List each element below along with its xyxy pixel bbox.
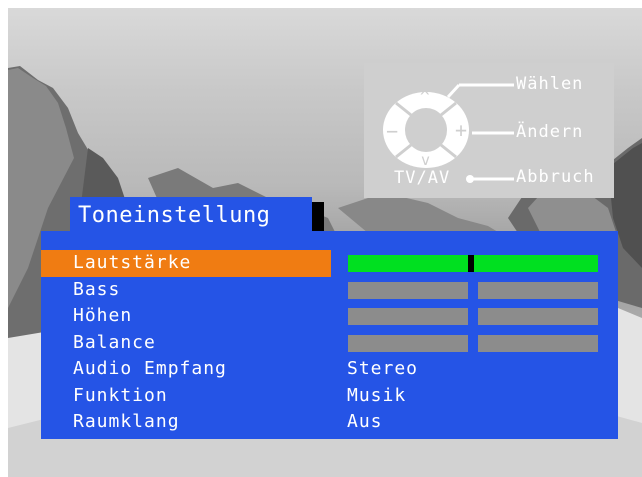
level-bar-left-segment — [348, 308, 468, 325]
level-bar[interactable] — [348, 335, 598, 352]
up-arrow-icon: ^ — [420, 87, 431, 106]
cancel-hint-label: Abbruch — [516, 167, 595, 187]
menu-item-2[interactable]: Höhen — [41, 303, 331, 330]
menu-item-3[interactable]: Balance — [41, 330, 331, 357]
tvav-button-icon — [466, 175, 474, 183]
menu-item-label: Raumklang — [73, 411, 180, 432]
tv-screen: ^ − + v TV/AV Wählen Ändern Abbruch Tone… — [8, 8, 642, 477]
level-bar-left-segment — [348, 282, 468, 299]
menu-item-value: Aus — [347, 411, 383, 432]
menu-item-5[interactable]: Funktion — [41, 383, 331, 410]
level-bar-right-segment — [478, 308, 598, 325]
menu-item-1[interactable]: Bass — [41, 277, 331, 304]
menu-item-value: Musik — [347, 385, 407, 406]
level-bar[interactable] — [348, 282, 598, 299]
down-arrow-icon: v — [421, 151, 432, 169]
level-bar-left-segment — [348, 335, 468, 352]
menu-item-label: Balance — [73, 332, 156, 353]
level-marker — [468, 255, 474, 272]
menu-item-label: Bass — [73, 279, 121, 300]
menu-item-label: Lautstärke — [73, 252, 192, 273]
remote-hint-panel: ^ − + v TV/AV Wählen Ändern Abbruch — [364, 63, 614, 198]
menu-item-label: Funktion — [73, 385, 168, 406]
select-hint-label: Wählen — [516, 74, 584, 94]
minus-icon: − — [386, 119, 400, 143]
menu-item-4[interactable]: Audio Empfang — [41, 356, 331, 383]
level-bar[interactable] — [348, 308, 598, 325]
change-hint-label: Ändern — [516, 122, 584, 142]
tvav-label: TV/AV — [394, 168, 451, 188]
menu-item-label: Höhen — [73, 305, 133, 326]
page-title: Toneinstellung — [78, 203, 271, 228]
level-bar-right-segment — [478, 282, 598, 299]
menu-item-6[interactable]: Raumklang — [41, 409, 331, 436]
plus-icon: + — [455, 118, 469, 142]
menu-item-label: Audio Empfang — [73, 358, 227, 379]
level-bar-right-segment — [478, 335, 598, 352]
volume-level-bar[interactable] — [348, 255, 598, 272]
menu-item-value: Stereo — [347, 358, 419, 379]
menu-item-0[interactable]: Lautstärke — [41, 250, 331, 277]
sound-settings-menu: Lautstärke Bass Höhen Balance Audio Empfang S… — [41, 231, 618, 439]
